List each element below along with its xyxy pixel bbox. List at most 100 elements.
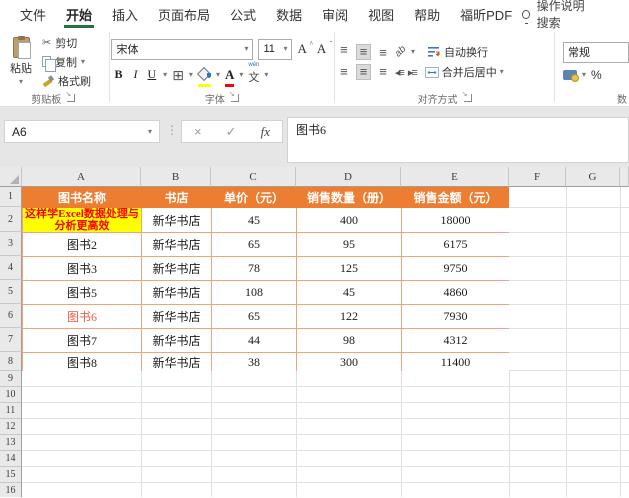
column-header-a[interactable]: A <box>22 167 141 187</box>
row-header[interactable]: 10 <box>0 387 22 403</box>
chevron-down-icon[interactable]: ▾ <box>582 70 586 79</box>
cell-c7[interactable]: 44 <box>211 328 297 353</box>
column-header-partial[interactable] <box>620 167 629 187</box>
cell-e6[interactable]: 7930 <box>401 304 510 329</box>
row-header[interactable]: 6 <box>0 304 22 328</box>
cell-b6[interactable]: 新华书店 <box>141 304 212 329</box>
cell-b5[interactable]: 新华书店 <box>141 280 212 305</box>
tab-review[interactable]: 审阅 <box>312 0 358 28</box>
tab-insert[interactable]: 插入 <box>102 0 148 28</box>
cancel-button[interactable]: × <box>194 124 202 139</box>
column-header-b[interactable]: B <box>141 167 211 187</box>
cell-c6[interactable]: 65 <box>211 304 297 329</box>
cell-d2[interactable]: 400 <box>296 207 402 233</box>
cell-a3[interactable]: 图书2 <box>22 232 142 257</box>
tab-formulas[interactable]: 公式 <box>220 0 266 28</box>
tab-help[interactable]: 帮助 <box>404 0 450 28</box>
tab-home[interactable]: 开始 <box>56 0 102 28</box>
row-header[interactable]: 11 <box>0 403 22 419</box>
insert-function-button[interactable]: fx <box>261 124 270 140</box>
chevron-down-icon[interactable]: ▾ <box>411 47 415 56</box>
cell-c1[interactable]: 单价（元） <box>211 187 297 208</box>
enter-button[interactable]: ✓ <box>226 124 237 140</box>
align-center-button[interactable]: ≡ <box>355 64 372 80</box>
phonetic-guide-button[interactable]: wén 文 <box>248 62 259 85</box>
formula-bar-handle[interactable]: ⋮ <box>166 123 178 137</box>
cell-c2[interactable]: 45 <box>211 207 297 233</box>
cell-b4[interactable]: 新华书店 <box>141 256 212 281</box>
tab-view[interactable]: 视图 <box>358 0 404 28</box>
number-format-combo[interactable]: 常规 <box>563 41 629 63</box>
align-right-button[interactable]: ≡ <box>376 65 390 79</box>
chevron-down-icon[interactable]: ▾ <box>189 70 193 79</box>
cell-b7[interactable]: 新华书店 <box>141 328 212 353</box>
cell-a6-active[interactable]: 图书6 <box>22 304 142 329</box>
cell-d3[interactable]: 95 <box>296 232 402 257</box>
wrap-text-button[interactable]: 自动换行 <box>428 44 488 60</box>
chevron-down-icon[interactable]: ▾ <box>239 70 243 79</box>
underline-button[interactable]: U <box>146 67 159 82</box>
column-header-f[interactable]: F <box>509 167 566 187</box>
row-header[interactable]: 16 <box>0 483 22 497</box>
chevron-down-icon[interactable]: ▾ <box>264 70 268 79</box>
chevron-down-icon[interactable]: ▾ <box>216 70 220 79</box>
cell-b2[interactable]: 新华书店 <box>141 207 212 233</box>
row-header[interactable]: 13 <box>0 435 22 451</box>
cell-a4[interactable]: 图书3 <box>22 256 142 281</box>
column-header-e[interactable]: E <box>401 167 509 187</box>
row-header[interactable]: 7 <box>0 328 22 352</box>
format-painter-button[interactable]: 格式刷 <box>42 73 91 89</box>
cell-d6[interactable]: 122 <box>296 304 402 329</box>
cell-c8[interactable]: 38 <box>211 352 297 372</box>
column-header-d[interactable]: D <box>296 167 401 187</box>
cell-e7[interactable]: 4312 <box>401 328 510 353</box>
top-align-button[interactable]: ≡ <box>337 43 351 60</box>
paste-button[interactable]: 粘贴 ▾ <box>0 33 42 90</box>
tab-data[interactable]: 数据 <box>266 0 312 28</box>
cell-e2[interactable]: 18000 <box>401 207 510 233</box>
fill-color-button[interactable] <box>197 66 211 87</box>
cell-e4[interactable]: 9750 <box>401 256 510 281</box>
row-header[interactable]: 1 <box>0 187 22 207</box>
font-color-button[interactable]: A <box>224 66 235 87</box>
row-header[interactable]: 3 <box>0 232 22 256</box>
cell-b8[interactable]: 新华书店 <box>141 352 212 372</box>
row-header[interactable]: 12 <box>0 419 22 435</box>
decrease-font-button[interactable]: Aˇ <box>317 40 332 57</box>
cell-e5[interactable]: 4860 <box>401 280 510 305</box>
row-header[interactable]: 14 <box>0 451 22 467</box>
row-header[interactable]: 2 <box>0 207 22 232</box>
cell-e8[interactable]: 11400 <box>401 352 510 372</box>
cell-c5[interactable]: 108 <box>211 280 297 305</box>
cell-c3[interactable]: 65 <box>211 232 297 257</box>
row-header[interactable]: 8 <box>0 352 22 371</box>
name-box[interactable]: A6 ▾ <box>4 120 160 143</box>
cell-d8[interactable]: 300 <box>296 352 402 372</box>
cell-a2-highlighted[interactable]: 这样学Excel数据处理与分析更高效 <box>22 207 142 233</box>
cell-a1[interactable]: 图书名称 <box>22 187 142 208</box>
cell-b1[interactable]: 书店 <box>141 187 212 208</box>
cell-e1[interactable]: 销售金额（元） <box>401 187 510 208</box>
bottom-align-button[interactable]: ≡ <box>376 43 390 60</box>
chevron-down-icon[interactable]: ▾ <box>163 70 167 79</box>
cell-a7[interactable]: 图书7 <box>22 328 142 353</box>
column-header-g[interactable]: G <box>566 167 620 187</box>
dialog-launcher-icon[interactable] <box>229 90 239 102</box>
tell-me-search[interactable]: 操作说明搜索 <box>522 0 593 31</box>
dialog-launcher-icon[interactable] <box>462 90 472 102</box>
cell-c4[interactable]: 78 <box>211 256 297 281</box>
increase-indent-button[interactable]: ▸≡ <box>408 66 418 79</box>
copy-button[interactable]: 复制 ▾ <box>42 54 91 72</box>
row-header[interactable]: 15 <box>0 467 22 483</box>
row-header[interactable]: 4 <box>0 256 22 280</box>
align-left-button[interactable]: ≡ <box>337 65 351 79</box>
borders-button[interactable]: ⊞ <box>172 68 184 82</box>
tab-foxit-pdf[interactable]: 福昕PDF <box>450 0 522 28</box>
select-all-corner[interactable] <box>0 167 22 187</box>
cell-d1[interactable]: 销售数量（册） <box>296 187 402 208</box>
cell-a8[interactable]: 图书8 <box>22 352 142 372</box>
orientation-button[interactable]: ab <box>393 44 409 60</box>
formula-input[interactable]: 图书6 <box>287 117 629 163</box>
cell-d5[interactable]: 45 <box>296 280 402 305</box>
column-header-c[interactable]: C <box>211 167 296 187</box>
